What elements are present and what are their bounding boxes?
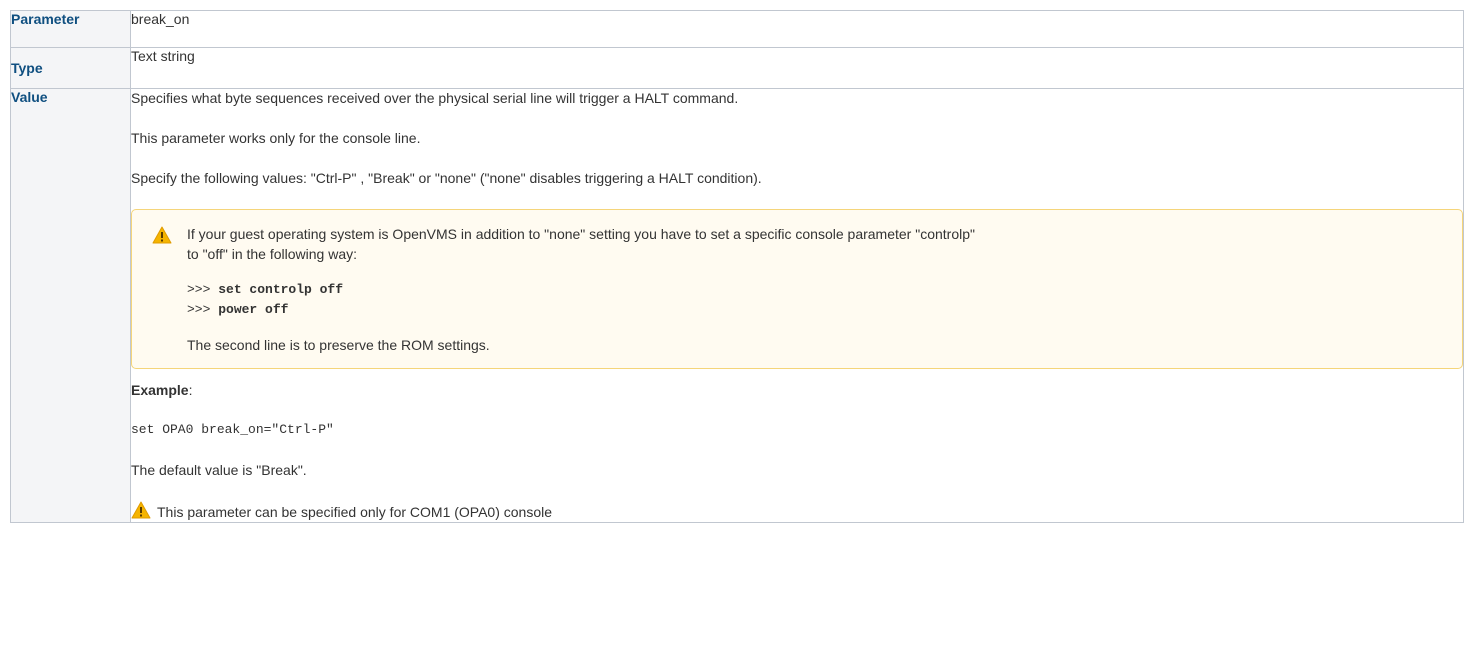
warning-text-line2: to "off" in the following way:	[187, 246, 357, 262]
code-prompt: >>>	[187, 302, 211, 317]
row-header-type: Type	[10, 47, 131, 89]
com1-note: This parameter can be specified only for…	[131, 501, 1463, 522]
code-command: power off	[218, 302, 289, 317]
code-block: >>> set controlp off >>> power off	[187, 280, 1446, 320]
console-line-note: This parameter works only for the consol…	[131, 130, 421, 146]
code-line: >>> power off	[187, 300, 1446, 320]
warning-icon	[131, 501, 151, 522]
table-row: Parameter break_on	[10, 10, 1464, 48]
parameter-table: Parameter break_on Type Text string Valu…	[10, 10, 1464, 523]
code-command: set controlp off	[218, 282, 344, 297]
value-description: Specifies what byte sequences received o…	[130, 88, 1464, 523]
parameter-value: break_on	[130, 10, 1464, 48]
warning-icon	[152, 226, 172, 247]
default-value-text: The default value is "Break".	[131, 462, 307, 478]
row-header-value: Value	[10, 88, 131, 523]
warning-footer: The second line is to preserve the ROM s…	[187, 337, 490, 353]
table-row: Type Text string	[10, 47, 1464, 89]
example-label: Example	[131, 382, 189, 398]
allowed-values-paragraph: Specify the following values: "Ctrl-P" ,…	[131, 170, 762, 186]
warning-panel: If your guest operating system is OpenVM…	[131, 209, 1463, 369]
table-row: Value Specifies what byte sequences rece…	[10, 88, 1464, 523]
row-header-parameter: Parameter	[10, 10, 131, 48]
code-prompt: >>>	[187, 282, 211, 297]
com1-note-text: This parameter can be specified only for…	[157, 503, 553, 520]
example-colon: :	[188, 382, 193, 398]
code-line: >>> set controlp off	[187, 280, 1446, 300]
type-value: Text string	[130, 47, 1464, 89]
example-heading: Example:	[131, 381, 1463, 399]
description-paragraph: Specifies what byte sequences received o…	[131, 90, 739, 106]
warning-text-line1: If your guest operating system is OpenVM…	[187, 226, 975, 242]
example-code: set OPA0 break_on="Ctrl-P"	[131, 422, 334, 437]
